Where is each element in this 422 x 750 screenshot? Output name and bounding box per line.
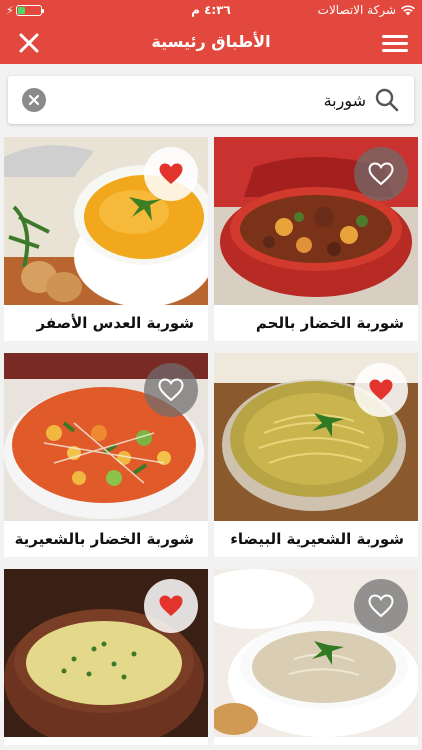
favorite-button[interactable]: [144, 579, 198, 633]
clear-icon: [28, 94, 40, 106]
bottom-edge: [0, 745, 422, 750]
recipe-card[interactable]: شوربة العدس الأصفر: [4, 137, 208, 341]
favorite-button[interactable]: [144, 147, 198, 201]
menu-button[interactable]: [382, 32, 408, 54]
status-bar: ⚡ ٤:٣٦ م شركة الاتصالات: [0, 0, 422, 22]
recipe-card[interactable]: شوربة الخضار بالشعيرية: [4, 353, 208, 557]
recipe-title: شوربة العدس الأصفر: [36, 314, 195, 332]
wifi-icon: [401, 5, 415, 16]
favorite-button[interactable]: [354, 579, 408, 633]
favorite-button[interactable]: [354, 147, 408, 201]
clear-search-button[interactable]: [22, 88, 46, 112]
page-title: الأطباق رئيسية: [151, 32, 271, 51]
favorite-button[interactable]: [354, 363, 408, 417]
nav-bar: الأطباق رئيسية: [0, 22, 422, 64]
recipe-card[interactable]: [214, 569, 418, 750]
heart-filled-icon: [369, 379, 393, 400]
hamburger-menu-icon: [382, 35, 408, 52]
heart-outline-icon: [158, 378, 184, 402]
recipe-title: شوربة الشعيرية البيضاء: [230, 530, 404, 548]
recipe-card[interactable]: شوربة الخضار بالحم: [214, 137, 418, 341]
search-input[interactable]: [86, 86, 366, 114]
heart-filled-icon: [159, 163, 183, 184]
recipe-title: شوربة الخضار بالشعيرية: [14, 530, 194, 548]
carrier-name: شركة الاتصالات: [317, 3, 396, 17]
favorite-button[interactable]: [144, 363, 198, 417]
heart-filled-icon: [159, 595, 183, 616]
search-icon[interactable]: [374, 87, 400, 113]
heart-outline-icon: [368, 162, 394, 186]
heart-outline-icon: [368, 594, 394, 618]
search-bar: [8, 76, 414, 124]
recipe-card[interactable]: [4, 569, 208, 750]
recipe-card[interactable]: شوربة الشعيرية البيضاء: [214, 353, 418, 557]
recipe-title: شوربة الخضار بالحم: [255, 314, 404, 332]
